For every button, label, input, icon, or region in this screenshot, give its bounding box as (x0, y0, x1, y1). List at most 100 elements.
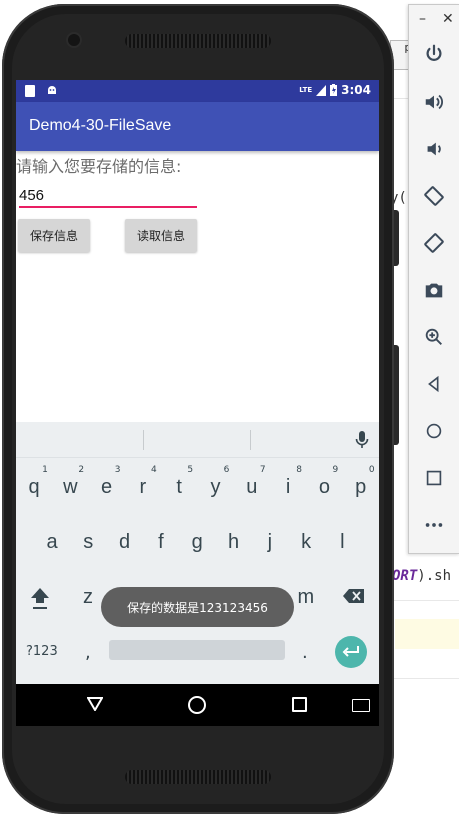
microphone-icon[interactable] (355, 431, 369, 449)
home-button[interactable] (419, 416, 449, 446)
minimize-button[interactable]: – (419, 11, 426, 27)
key-k[interactable]: k (294, 531, 318, 554)
suggestion-divider (250, 430, 251, 450)
info-input[interactable] (19, 184, 195, 206)
space-bar[interactable] (109, 640, 285, 660)
key-hint-0: 0 (368, 465, 375, 475)
key-y[interactable]: y (204, 476, 228, 499)
ide-highlight-line (395, 619, 459, 649)
overview-icon (426, 470, 442, 486)
back-button[interactable] (419, 369, 449, 399)
key-d[interactable]: d (113, 531, 137, 554)
key-w[interactable]: w (58, 476, 82, 499)
key-hint-4: 4 (151, 465, 157, 475)
backspace-key-icon[interactable] (343, 588, 365, 604)
volume-up-icon (425, 94, 443, 110)
save-button[interactable]: 保存信息 (18, 219, 90, 252)
power-icon (426, 44, 442, 61)
key-hint-9: 9 (332, 465, 339, 475)
overview-button[interactable] (419, 463, 449, 493)
navigation-bar (16, 684, 379, 726)
key-j[interactable]: j (258, 531, 282, 554)
sd-card-icon (25, 85, 35, 97)
close-button[interactable]: ✕ (442, 11, 454, 27)
key-g[interactable]: g (185, 531, 209, 554)
nav-back-icon[interactable] (87, 697, 103, 711)
top-speaker (125, 34, 271, 48)
key-u[interactable]: u (240, 476, 264, 499)
ide-code-line: ORT).sh (392, 568, 451, 584)
key-z[interactable]: z (76, 586, 100, 609)
rotate-left-button[interactable] (419, 181, 449, 211)
ide-divider (392, 678, 459, 679)
key-hint-8: 8 (296, 465, 302, 475)
front-camera (68, 34, 80, 46)
volume-up-button[interactable] (419, 87, 449, 117)
keyboard-switch-icon[interactable] (352, 699, 370, 712)
power-button[interactable] (419, 39, 449, 69)
more-icon (425, 523, 443, 527)
status-bar: LTE 3:04 (16, 80, 379, 102)
device-screen: LTE 3:04 Demo4-30-FileSave 请输入您要存储的信息: 保… (16, 80, 379, 726)
key-s[interactable]: s (76, 531, 100, 554)
key-m[interactable]: m (294, 586, 318, 609)
clock: 3:04 (341, 83, 371, 97)
period-key[interactable]: . (302, 642, 308, 663)
comma-key[interactable]: , (85, 642, 91, 663)
key-hint-3: 3 (114, 465, 121, 475)
battery-icon (330, 84, 338, 96)
key-q[interactable]: q (22, 476, 46, 499)
android-icon (48, 86, 56, 94)
key-a[interactable]: a (40, 531, 64, 554)
toast-message: 保存的数据是123123456 (101, 587, 294, 627)
key-i[interactable]: i (276, 476, 300, 499)
key-t[interactable]: t (167, 476, 191, 499)
zoom-button[interactable] (419, 322, 449, 352)
soft-keyboard: q1w2e3r4t5y6u7i8o9p0 asdfghjkl zxcvbnm ?… (16, 422, 379, 684)
back-icon (428, 375, 439, 393)
app-bar: Demo4-30-FileSave (16, 102, 379, 151)
key-hint-2: 2 (78, 465, 85, 475)
key-o[interactable]: o (312, 476, 336, 499)
suggestion-divider (143, 430, 144, 450)
emulator-toolbar: – ✕ (408, 4, 459, 554)
prompt-label: 请输入您要存储的信息: (16, 157, 182, 176)
key-hint-1: 1 (42, 465, 48, 475)
more-button[interactable] (419, 510, 449, 540)
key-hint-6: 6 (223, 465, 230, 475)
enter-key[interactable] (335, 636, 367, 668)
nav-recents-icon[interactable] (292, 697, 307, 712)
rotate-left-icon (424, 186, 444, 206)
read-button[interactable]: 读取信息 (125, 219, 197, 252)
key-e[interactable]: e (95, 476, 119, 499)
volume-down-button[interactable] (419, 134, 449, 164)
key-h[interactable]: h (222, 531, 246, 554)
signal-icon (316, 84, 327, 96)
bottom-speaker (125, 770, 271, 784)
input-underline (19, 206, 197, 208)
ide-code-suffix: ).sh (417, 568, 452, 584)
home-icon (426, 423, 442, 439)
key-r[interactable]: r (131, 476, 155, 499)
lte-label: LTE (299, 86, 313, 94)
key-f[interactable]: f (149, 531, 173, 554)
key-l[interactable]: l (330, 531, 354, 554)
volume-down-icon (427, 142, 441, 156)
app-title: Demo4-30-FileSave (29, 117, 172, 134)
nav-home-icon[interactable] (188, 696, 206, 714)
key-hint-5: 5 (187, 465, 194, 475)
camera-icon (425, 283, 443, 298)
phone-volume-key[interactable] (394, 345, 399, 445)
screenshot-button[interactable] (419, 275, 449, 305)
ide-code-keyword: ORT (392, 568, 418, 584)
toolbar-window-controls: – ✕ (409, 9, 459, 31)
enter-icon (342, 646, 359, 657)
symbols-key[interactable]: ?123 (26, 644, 58, 659)
zoom-icon (425, 328, 442, 345)
key-p[interactable]: p (349, 476, 373, 499)
phone-power-key[interactable] (394, 210, 399, 266)
suggestion-strip (16, 422, 379, 458)
status-right: LTE 3:04 (299, 83, 371, 97)
rotate-right-button[interactable] (419, 228, 449, 258)
shift-key-icon[interactable] (29, 586, 51, 610)
